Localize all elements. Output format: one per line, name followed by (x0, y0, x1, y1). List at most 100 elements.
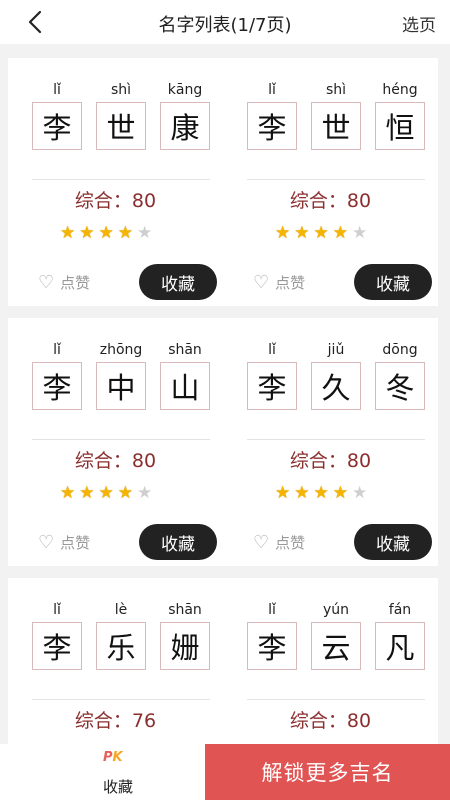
star-icon: ★ (294, 483, 310, 503)
star-icon: ★ (313, 223, 329, 243)
pinyin-label: shì (325, 82, 347, 98)
char-box: 李 (247, 102, 297, 150)
name-card[interactable]: lǐ 李 zhōng 中 shān 山综合：80 ★ ★ ★ ★ ★ ♡ 点赞 收藏 (8, 318, 223, 566)
name-char: lè 乐 (96, 598, 146, 670)
char-box: 世 (96, 102, 146, 150)
like-button[interactable]: ♡ 点赞 (253, 270, 305, 294)
unlock-more-names-button[interactable]: 解锁更多吉名 (205, 744, 450, 800)
name-char: lǐ 李 (32, 78, 82, 150)
favorite-button[interactable]: 收藏 (354, 264, 432, 300)
like-label: 点赞 (60, 273, 91, 292)
star-icon: ★ (275, 483, 291, 503)
char-box: 云 (311, 622, 361, 670)
name-card[interactable]: lǐ 李 jiǔ 久 dōng 冬综合：80 ★ ★ ★ ★ ★ ♡ 点赞 收藏 (223, 318, 438, 566)
pinyin-label: lǐ (268, 82, 276, 98)
favorite-button[interactable]: 收藏 (354, 524, 432, 560)
pinyin-label: zhōng (99, 342, 143, 358)
name-characters: lǐ 李 jiǔ 久 dōng 冬 (247, 338, 425, 418)
pinyin-label: jiǔ (327, 342, 345, 358)
char-box: 凡 (375, 622, 425, 670)
name-char: lǐ 李 (247, 78, 297, 150)
name-card[interactable]: lǐ 李 shì 世 kāng 康综合：80 ★ ★ ★ ★ ★ ♡ 点赞 收藏 (8, 58, 223, 306)
bottom-bar: PK 收藏 解锁更多吉名 (0, 744, 450, 800)
overall-score: 综合：80 (74, 450, 157, 472)
name-char: jiǔ 久 (311, 338, 361, 410)
top-bar: 名字列表(1/7页) 选页 (0, 0, 450, 44)
star-icon: ★ (275, 223, 291, 243)
name-characters: lǐ 李 yún 云 fán 凡 (247, 598, 425, 678)
divider (247, 439, 425, 440)
pk-favorites-tab[interactable]: PK 收藏 (0, 744, 205, 800)
divider (32, 439, 210, 440)
name-char: yún 云 (311, 598, 361, 670)
char-box: 李 (247, 622, 297, 670)
select-page-button[interactable]: 选页 (402, 11, 436, 36)
star-rating: ★ ★ ★ ★ ★ (60, 223, 152, 243)
star-icon: ★ (313, 483, 329, 503)
favorite-button[interactable]: 收藏 (139, 524, 217, 560)
like-label: 点赞 (275, 533, 306, 552)
star-icon: ★ (117, 483, 133, 503)
heart-outline-icon: ♡ (38, 531, 55, 553)
name-char: kāng 康 (160, 78, 210, 150)
name-char: shì 世 (311, 78, 361, 150)
pk-label: 收藏 (102, 778, 133, 796)
char-box: 久 (311, 362, 361, 410)
star-icon: ★ (294, 223, 310, 243)
overall-score: 综合：80 (74, 190, 157, 212)
char-box: 冬 (375, 362, 425, 410)
star-icon: ★ (60, 223, 76, 243)
name-char: dōng 冬 (375, 338, 425, 410)
name-characters: lǐ 李 shì 世 héng 恒 (247, 78, 425, 158)
favorite-button[interactable]: 收藏 (139, 264, 217, 300)
star-icon: ★ (352, 483, 368, 503)
name-char: lǐ 李 (247, 338, 297, 410)
name-characters: lǐ 李 shì 世 kāng 康 (32, 78, 210, 158)
char-box: 乐 (96, 622, 146, 670)
name-char: héng 恒 (375, 78, 425, 150)
divider (32, 179, 210, 180)
char-box: 李 (247, 362, 297, 410)
char-box: 中 (96, 362, 146, 410)
like-button[interactable]: ♡ 点赞 (38, 530, 90, 554)
pinyin-label: kāng (167, 82, 203, 98)
name-card[interactable]: lǐ 李 shì 世 héng 恒综合：80 ★ ★ ★ ★ ★ ♡ 点赞 收藏 (223, 58, 438, 306)
star-icon: ★ (79, 483, 95, 503)
like-label: 点赞 (60, 533, 91, 552)
star-icon: ★ (352, 223, 368, 243)
pinyin-label: lǐ (53, 342, 61, 358)
pinyin-label: shān (168, 342, 202, 358)
heart-outline-icon: ♡ (253, 531, 270, 553)
divider (247, 179, 425, 180)
char-box: 世 (311, 102, 361, 150)
star-icon: ★ (332, 223, 348, 243)
name-char: lǐ 李 (32, 598, 82, 670)
like-label: 点赞 (275, 273, 306, 292)
pinyin-label: shì (110, 82, 132, 98)
star-icon: ★ (137, 483, 153, 503)
like-button[interactable]: ♡ 点赞 (253, 530, 305, 554)
name-characters: lǐ 李 zhōng 中 shān 山 (32, 338, 210, 418)
name-char: shān 姗 (160, 598, 210, 670)
overall-score: 综合：80 (289, 710, 372, 732)
star-icon: ★ (98, 223, 114, 243)
star-icon: ★ (98, 483, 114, 503)
pinyin-label: shān (168, 602, 202, 618)
pinyin-label: lè (114, 602, 128, 618)
star-icon: ★ (117, 223, 133, 243)
char-box: 李 (32, 362, 82, 410)
like-button[interactable]: ♡ 点赞 (38, 270, 90, 294)
name-char: shì 世 (96, 78, 146, 150)
name-char: fán 凡 (375, 598, 425, 670)
pinyin-label: lǐ (268, 342, 276, 358)
star-icon: ★ (332, 483, 348, 503)
star-icon: ★ (137, 223, 153, 243)
name-characters: lǐ 李 lè 乐 shān 姗 (32, 598, 210, 678)
char-box: 恒 (375, 102, 425, 150)
divider (247, 699, 425, 700)
pinyin-label: lǐ (53, 602, 61, 618)
pinyin-label: yún (322, 602, 350, 618)
name-char: zhōng 中 (96, 338, 146, 410)
pinyin-label: héng (382, 82, 418, 98)
divider (32, 699, 210, 700)
